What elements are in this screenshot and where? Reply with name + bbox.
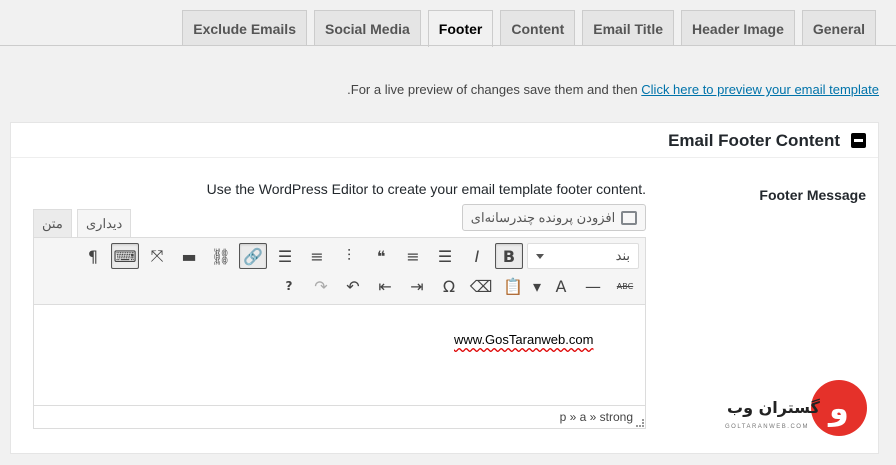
tab-footer[interactable]: Footer	[427, 10, 494, 47]
align-left-icon[interactable]: ⫶	[335, 243, 363, 269]
postbox-title: Email Footer Content	[668, 131, 840, 150]
fullscreen-icon[interactable]: ⤧	[143, 243, 171, 269]
footer-link-text[interactable]: www.GosTaranweb.com	[454, 332, 593, 347]
color-dropdown-icon[interactable]: ▾	[531, 273, 543, 299]
tab-text[interactable]: متن	[33, 209, 72, 237]
outdent-icon[interactable]: ⇤	[371, 273, 399, 299]
toolbar-toggle-icon[interactable]: ⌨	[111, 243, 139, 269]
format-select[interactable]: بند	[527, 243, 639, 269]
bullet-list-icon[interactable]: ☰	[431, 243, 459, 269]
paragraph-icon[interactable]: ¶	[79, 243, 107, 269]
blockquote-icon[interactable]: ❝	[367, 243, 395, 269]
format-select-value: بند	[615, 248, 630, 263]
italic-icon[interactable]: I	[463, 243, 491, 269]
horizontal-line-icon[interactable]: —	[579, 273, 607, 299]
postbox-header: Email Footer Content	[11, 123, 878, 158]
collapse-toggle-icon[interactable]	[851, 133, 866, 148]
wp-editor: بند B I ☰ ≡ ❝ ⫶ ≡ ☰ 🔗 ⛓ ▬ ⤧ ⌨ ¶ ABC — A ▾ 📋 ⌫ Ω ⇥ ⇤ ↶ ↷? www.Go…	[33, 237, 646, 429]
special-character-icon[interactable]: Ω	[435, 273, 463, 299]
numbered-list-icon[interactable]: ≡	[399, 243, 427, 269]
tab-visual[interactable]: دیداری	[77, 209, 132, 237]
clear-formatting-icon[interactable]: ⌫	[467, 273, 495, 299]
tabs-divider	[0, 45, 896, 46]
preview-text: For a live preview of changes save them …	[350, 82, 638, 97]
unlink-icon[interactable]: ⛓	[207, 243, 235, 269]
editor-statusbar: p » a » strong	[34, 405, 645, 428]
tab-social-media[interactable]: Social Media	[313, 10, 421, 46]
add-media-label: افزودن پرونده چندرسانه‌ای	[470, 209, 616, 225]
logo-subtitle: GOLTARANWEB.COM	[725, 424, 809, 430]
editor-description: Use the WordPress Editor to create your …	[206, 181, 646, 197]
undo-icon[interactable]: ↶	[339, 273, 367, 299]
footer-message-label: Footer Message	[759, 187, 866, 203]
indent-icon[interactable]: ⇥	[403, 273, 431, 299]
toolbar-row-2: ABC — A ▾ 📋 ⌫ Ω ⇥ ⇤ ↶ ↷?	[275, 273, 639, 299]
text-color-icon[interactable]: A	[547, 273, 575, 299]
read-more-icon[interactable]: ▬	[175, 243, 203, 269]
toolbar-row-1: بند B I ☰ ≡ ❝ ⫶ ≡ ☰ 🔗 ⛓ ▬ ⤧ ⌨ ¶	[79, 243, 639, 269]
tab-header-image[interactable]: Header Image	[681, 10, 795, 46]
paste-text-icon[interactable]: 📋	[499, 273, 527, 299]
redo-icon[interactable]: ↷	[307, 273, 335, 299]
logo-text: گستران وب	[727, 398, 820, 417]
editor-toolbar: بند B I ☰ ≡ ❝ ⫶ ≡ ☰ 🔗 ⛓ ▬ ⤧ ⌨ ¶ ABC — A ▾ 📋 ⌫ Ω ⇥ ⇤ ↶ ↷?	[34, 238, 645, 305]
tab-exclude-emails[interactable]: Exclude Emails	[182, 10, 307, 46]
element-path: p » a » strong	[559, 410, 633, 424]
media-icon	[621, 210, 638, 225]
editor-content[interactable]: www.GosTaranweb.com	[34, 305, 645, 405]
align-center-icon[interactable]: ≡	[303, 243, 331, 269]
add-media-button[interactable]: افزودن پرونده چندرسانه‌ای	[462, 204, 646, 231]
bold-icon[interactable]: B	[495, 243, 523, 269]
chevron-down-icon	[536, 253, 544, 259]
tab-email-title[interactable]: Email Title	[582, 10, 675, 46]
link-icon[interactable]: 🔗	[239, 243, 267, 269]
align-right-icon[interactable]: ☰	[271, 243, 299, 269]
preview-link[interactable]: Click here to preview your email templat…	[641, 82, 879, 97]
strikethrough-icon[interactable]: ABC	[611, 273, 639, 299]
preview-notice: .For a live preview of changes save them…	[347, 82, 879, 97]
resize-handle-icon[interactable]	[636, 419, 644, 427]
watermark-logo: و گستران وب GOLTARANWEB.COM	[721, 380, 873, 440]
tab-content[interactable]: Content	[500, 10, 576, 46]
settings-tabs: General Header Image Email Title Content Foo…	[182, 10, 876, 47]
help-icon[interactable]: ?	[275, 273, 303, 299]
tab-general[interactable]: General	[801, 10, 876, 46]
